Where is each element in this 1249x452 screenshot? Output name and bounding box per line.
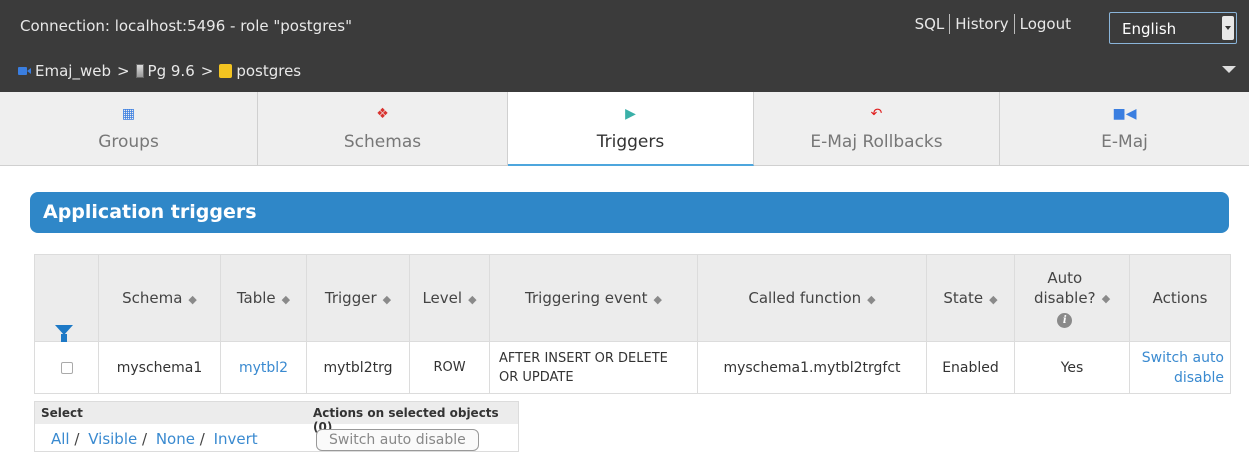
tab-groups[interactable]: ▦ Groups — [0, 92, 258, 166]
cell-level: ROW — [409, 341, 490, 394]
emaj-icon — [18, 66, 31, 76]
breadcrumb-database[interactable]: postgres — [236, 62, 301, 80]
schemas-icon: ❖ — [376, 106, 389, 122]
breadcrumb-server[interactable]: Pg 9.6 — [148, 62, 195, 80]
connection-info: Connection: localhost:5496 - role "postg… — [20, 17, 352, 35]
invert-selection-link[interactable]: Invert — [214, 430, 258, 448]
history-link[interactable]: History — [955, 15, 1008, 33]
collapse-arrow-icon[interactable] — [1222, 66, 1236, 73]
sort-icon: ◆ — [188, 293, 197, 306]
column-header-state[interactable]: State ◆ — [926, 254, 1015, 342]
divider — [949, 14, 951, 34]
language-select[interactable]: English — [1109, 12, 1237, 44]
cell-auto-disable: Yes — [1014, 341, 1130, 394]
triggers-table: Schema ◆ Table ◆ Trigger ◆ Level ◆ Triggerin… — [34, 254, 1231, 394]
select-visible-link[interactable]: Visible — [88, 430, 137, 448]
sort-icon: ◆ — [989, 293, 998, 306]
emaj-icon: ■◀ — [1112, 106, 1137, 122]
logout-link[interactable]: Logout — [1020, 15, 1071, 33]
tab-schemas[interactable]: ❖ Schemas — [258, 92, 508, 166]
info-icon[interactable]: i — [1057, 313, 1073, 328]
tab-rollbacks[interactable]: ↶ E-Maj Rollbacks — [754, 92, 1000, 166]
cell-function: myschema1.mytbl2trgfct — [697, 341, 927, 394]
divider — [1013, 14, 1015, 34]
section-header: Application triggers — [30, 192, 1229, 233]
filter-column-header[interactable] — [34, 254, 99, 342]
select-label: Select — [41, 406, 83, 420]
chevron-down-icon — [1222, 16, 1234, 40]
sort-icon: ◆ — [281, 293, 291, 306]
top-links: SQL History Logout — [915, 14, 1071, 34]
tab-bar: ▦ Groups ❖ Schemas ▶ Triggers ↶ E-Maj Ro… — [0, 92, 1249, 166]
select-links: All / Visible / None / Invert — [51, 430, 258, 448]
cell-event: AFTER INSERT OR DELETE OR UPDATE — [489, 341, 698, 394]
sort-icon: ◆ — [468, 293, 477, 306]
top-bar: Connection: localhost:5496 - role "postg… — [0, 0, 1249, 92]
column-header-auto-disable[interactable]: Auto disable? i ◆ — [1014, 254, 1130, 342]
database-icon — [219, 64, 233, 78]
column-header-level[interactable]: Level ◆ — [409, 254, 490, 342]
filter-icon[interactable] — [55, 325, 73, 342]
column-header-trigger[interactable]: Trigger ◆ — [306, 254, 410, 342]
switch-auto-disable-button[interactable]: Switch auto disable — [316, 429, 479, 451]
tab-triggers[interactable]: ▶ Triggers — [508, 92, 754, 166]
language-value: English — [1122, 20, 1177, 38]
select-none-link[interactable]: None — [156, 430, 195, 448]
triggers-icon: ▶ — [625, 106, 636, 122]
column-header-function[interactable]: Called function ◆ — [697, 254, 927, 342]
breadcrumb: Emaj_web > Pg 9.6 > postgres — [18, 62, 301, 80]
sql-link[interactable]: SQL — [915, 15, 945, 33]
server-icon — [135, 64, 144, 78]
section-title: Application triggers — [43, 201, 257, 223]
groups-icon: ▦ — [121, 106, 136, 122]
sort-icon: ◆ — [867, 293, 876, 306]
column-header-actions: Actions — [1129, 254, 1231, 342]
cell-schema: myschema1 — [98, 341, 221, 394]
switch-auto-disable-link[interactable]: Switch auto disable — [1136, 348, 1224, 388]
sort-icon: ◆ — [653, 293, 662, 306]
row-checkbox-cell[interactable] — [34, 341, 99, 394]
select-all-link[interactable]: All — [51, 430, 70, 448]
cell-trigger: mytbl2trg — [306, 341, 410, 394]
column-header-schema[interactable]: Schema ◆ — [98, 254, 221, 342]
row-checkbox[interactable] — [60, 361, 73, 374]
breadcrumb-emaj-web[interactable]: Emaj_web — [35, 62, 111, 80]
rollback-icon: ↶ — [870, 106, 883, 122]
column-header-event[interactable]: Triggering event ◆ — [489, 254, 698, 342]
cell-state: Enabled — [926, 341, 1015, 394]
bulk-actions-bar: Select Actions on selected objects (0) A… — [34, 401, 519, 452]
column-header-table[interactable]: Table ◆ — [220, 254, 307, 342]
sort-icon: ◆ — [1101, 291, 1111, 305]
tab-emaj[interactable]: ■◀ E-Maj — [1000, 92, 1249, 166]
sort-icon: ◆ — [382, 293, 392, 306]
table-row: myschema1 mytbl2 mytbl2trg ROW AFTER INS… — [34, 341, 1231, 394]
table-link[interactable]: mytbl2 — [239, 360, 288, 376]
